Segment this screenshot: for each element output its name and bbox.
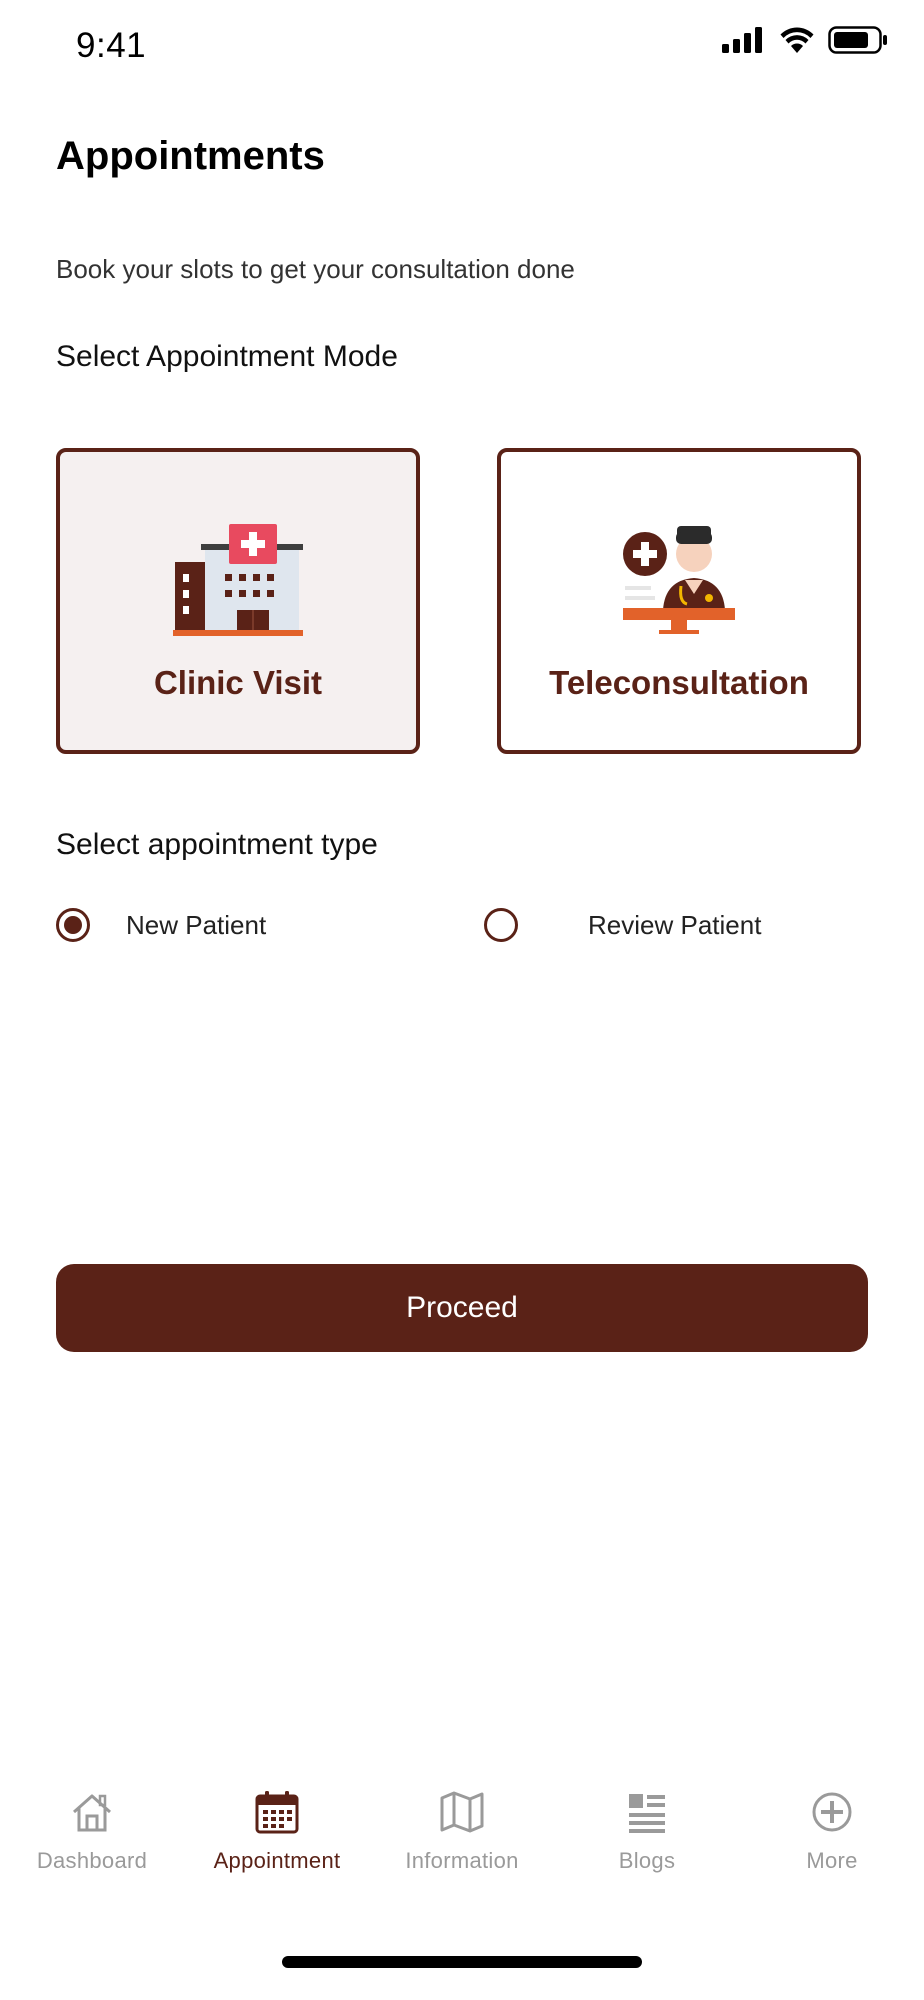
new-patient-label: New Patient (126, 909, 267, 940)
review-patient-radio[interactable] (484, 908, 518, 942)
tab-dashboard[interactable]: Dashboard (0, 1770, 184, 1874)
tab-blogs[interactable]: Blogs (555, 1770, 739, 1874)
tab-information-label: Information (405, 1848, 519, 1873)
new-patient-option[interactable]: New Patient (56, 908, 266, 942)
tab-dashboard-label: Dashboard (36, 1848, 148, 1873)
home-indicator (282, 1956, 642, 1968)
teleconsultation-card[interactable]: Teleconsultation (497, 448, 861, 754)
doctor-monitor-icon (623, 526, 735, 634)
tab-information[interactable]: Information (370, 1770, 554, 1874)
tab-more[interactable]: More (740, 1770, 924, 1874)
clinic-visit-card[interactable]: Clinic Visit (56, 448, 420, 754)
proceed-button[interactable]: Proceed (56, 1264, 868, 1352)
appointment-type-label: Select appointment type (56, 828, 378, 861)
map-icon (440, 1791, 484, 1833)
new-patient-radio[interactable] (56, 908, 90, 942)
signal-icon (722, 27, 762, 53)
radio-selected-dot (64, 916, 82, 934)
bottom-tab-bar: Dashboard Appointment Information Blogs … (0, 1770, 924, 1890)
review-patient-label: Review Patient (588, 909, 762, 940)
appointment-mode-label: Select Appointment Mode (56, 340, 398, 373)
battery-icon (828, 26, 887, 54)
status-bar: 9:41 (0, 0, 924, 100)
clinic-visit-label: Clinic Visit (153, 664, 323, 701)
tab-appointment[interactable]: Appointment (185, 1770, 369, 1874)
calendar-icon (255, 1791, 299, 1834)
home-icon (73, 1794, 111, 1832)
page-subtitle: Book your slots to get your consultation… (56, 254, 575, 284)
review-patient-option[interactable]: Review Patient (484, 908, 761, 942)
hospital-icon (173, 524, 303, 636)
tab-blogs-label: Blogs (618, 1848, 676, 1873)
tab-more-label: More (806, 1848, 858, 1873)
plus-circle-icon (812, 1792, 852, 1832)
tab-appointment-label: Appointment (213, 1848, 341, 1873)
page-title: Appointments (56, 134, 325, 178)
teleconsultation-label: Teleconsultation (549, 664, 809, 701)
status-time: 9:41 (76, 26, 147, 65)
news-icon (629, 1794, 665, 1833)
wifi-icon (780, 27, 814, 53)
status-icons (722, 26, 888, 54)
